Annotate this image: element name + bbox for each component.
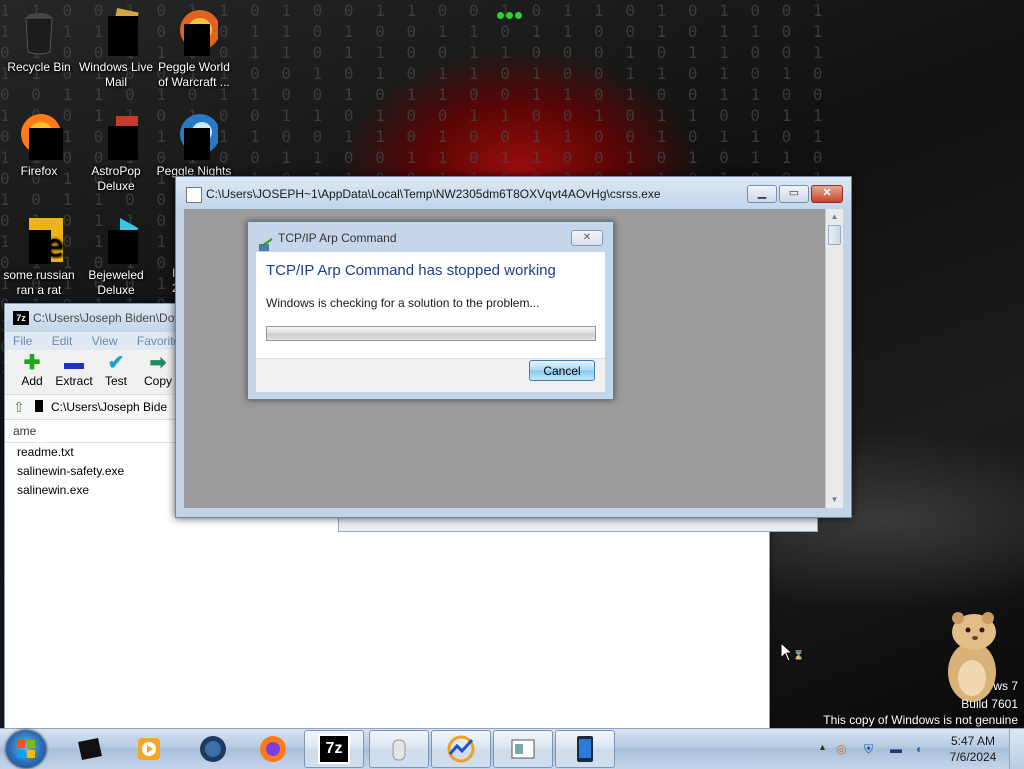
taskbar-item-stats[interactable] xyxy=(431,730,491,768)
desktop-icon-windows-live-mail[interactable]: Windows Live Mail xyxy=(77,8,155,90)
path-bar[interactable]: C:\Users\Joseph Bide xyxy=(35,395,167,419)
scroll-up-icon[interactable]: ▲ xyxy=(826,209,843,225)
cancel-button[interactable]: Cancel xyxy=(529,360,595,381)
peggle-nights-icon xyxy=(170,112,220,160)
sync-icon[interactable]: ◎ xyxy=(836,742,846,756)
peggle-wow-icon xyxy=(170,8,220,56)
icon-label: Bejeweled Deluxe xyxy=(88,268,144,297)
globe-icon xyxy=(198,734,228,764)
show-hidden-icons-icon[interactable]: ▲ xyxy=(818,742,827,752)
path-text: C:\Users\Joseph Bide xyxy=(51,400,168,414)
show-desktop-button[interactable] xyxy=(1009,729,1024,769)
add-button[interactable]: ✚ Add xyxy=(12,352,52,388)
window-icon xyxy=(508,734,538,764)
scroll-thumb[interactable] xyxy=(828,225,841,245)
mouse-cursor-icon: ⌛ xyxy=(780,641,804,669)
icon-label: Firefox xyxy=(20,164,58,178)
desktop-icon-peggle-wow[interactable]: Peggle World of Warcraft ... xyxy=(155,8,233,90)
firefox-icon xyxy=(258,734,288,764)
dialog-message: Windows is checking for a solution to th… xyxy=(266,296,540,310)
desktop-icon-bejeweled[interactable]: Bejeweled Deluxe xyxy=(77,216,155,298)
copy-arrow-icon: ➡ xyxy=(149,352,167,374)
green-lights xyxy=(497,6,527,19)
minimize-button[interactable]: ▁ xyxy=(747,185,777,203)
media-player-icon xyxy=(134,734,164,764)
csrss-title: C:\Users\JOSEPH~1\AppData\Local\Temp\NW2… xyxy=(206,187,661,201)
system-tray: ▲ ◎ ⛨ ▬ ◐ xyxy=(814,729,954,769)
icon-label: Windows Live Mail xyxy=(78,60,154,89)
app-icon xyxy=(186,187,202,203)
volume-icon[interactable]: ◐ xyxy=(916,742,923,756)
security-shield-icon[interactable]: ⛨ xyxy=(864,742,873,757)
clock-time: 5:47 AM xyxy=(950,734,996,748)
tissue-icon xyxy=(384,734,414,764)
watermark-line-2: Build 7601 xyxy=(961,697,1018,711)
windows-logo-icon xyxy=(17,740,35,758)
scroll-down-icon[interactable]: ▼ xyxy=(826,492,843,508)
desktop-icon-firefox[interactable]: Firefox xyxy=(0,112,78,179)
clock-date: 7/6/2024 xyxy=(949,750,997,764)
progress-bar xyxy=(266,326,596,341)
7zip-app-icon: 7z xyxy=(13,311,29,325)
clock[interactable]: 5:47 AM 7/6/2024 xyxy=(948,733,998,765)
minus-icon: ▬ xyxy=(64,352,84,374)
taskbar-item-black-box[interactable] xyxy=(60,731,118,767)
menu-edit[interactable]: Edit xyxy=(52,334,73,348)
dialog-close-icon[interactable]: ✕ xyxy=(571,230,603,246)
check-icon: ✔ xyxy=(107,352,125,374)
menu-view[interactable]: View xyxy=(92,334,118,348)
tablet-icon xyxy=(570,734,600,764)
copy-button[interactable]: ➡ Copy xyxy=(138,352,178,388)
maximize-button[interactable]: ▭ xyxy=(779,185,809,203)
firefox-icon xyxy=(15,112,63,160)
up-folder-icon[interactable]: ⇧ xyxy=(13,395,25,419)
taskbar-item-globe[interactable] xyxy=(184,731,242,767)
extract-button[interactable]: ▬ Extract xyxy=(54,352,94,388)
taskbar-item-firefox[interactable] xyxy=(244,731,302,767)
windows-live-mail-icon xyxy=(92,8,140,56)
stats-icon xyxy=(446,734,476,764)
desktop-icon-recycle-bin[interactable]: Recycle Bin xyxy=(0,8,78,75)
astropop-icon xyxy=(92,112,140,160)
black-box-icon xyxy=(74,734,104,764)
drive-icon xyxy=(35,400,43,412)
dialog-title: TCP/IP Arp Command xyxy=(278,231,397,245)
dialog-body: TCP/IP Arp Command has stopped working W… xyxy=(256,252,605,358)
arp-app-icon xyxy=(258,232,274,251)
taskbar-item-media-player[interactable] xyxy=(120,731,178,767)
desktop-background: 1 1 0 0 1 0 1 1 0 1 0 0 1 1 0 0 1 0 1 1 … xyxy=(0,0,1024,728)
icon-label: AstroPop Deluxe xyxy=(91,164,141,193)
watermark-line-1: ws 7 xyxy=(993,679,1018,693)
icon-label: some russian ran a rat xyxy=(3,268,75,297)
7zip-icon: 7z xyxy=(318,734,350,764)
network-icon[interactable]: ▬ xyxy=(890,742,902,756)
desktop-icon-russian-rat[interactable]: e some russian ran a rat xyxy=(0,216,78,298)
vertical-scrollbar[interactable]: ▲ ▼ xyxy=(825,209,843,508)
desktop-icon-astropop[interactable]: AstroPop Deluxe xyxy=(77,112,155,194)
dialog-heading: TCP/IP Arp Command has stopped working xyxy=(266,262,556,279)
7zip-title: C:\Users\Joseph Biden\Dov xyxy=(33,311,181,325)
plus-icon: ✚ xyxy=(23,352,41,374)
menu-file[interactable]: File xyxy=(13,334,32,348)
csrss-titlebar[interactable]: C:\Users\JOSEPH~1\AppData\Local\Temp\NW2… xyxy=(176,177,851,209)
close-button[interactable]: ✕ xyxy=(811,185,843,203)
taskbar-item-tablet[interactable] xyxy=(555,730,615,768)
test-button[interactable]: ✔ Test xyxy=(96,352,136,388)
icon-label: Peggle World of Warcraft ... xyxy=(158,60,230,89)
svg-text:⌛: ⌛ xyxy=(793,649,802,661)
taskbar-item-window[interactable] xyxy=(493,730,553,768)
bejeweled-icon xyxy=(92,216,140,264)
desktop-icon-peggle-nights[interactable]: Peggle Nights xyxy=(155,112,233,179)
dialog-footer: Cancel xyxy=(256,358,605,392)
exe-icon: e xyxy=(15,216,63,264)
taskbar-item-7zip[interactable]: 7z xyxy=(304,730,364,768)
taskbar-item-tissue[interactable] xyxy=(369,730,429,768)
icon-label: Recycle Bin xyxy=(7,60,71,74)
start-button[interactable] xyxy=(6,730,46,768)
taskbar: 7z ▲ ◎ ⛨ ▬ ◐ 5:47 AM 7/6/2024 xyxy=(0,728,1024,769)
recycle-bin-icon xyxy=(15,8,63,56)
dialog-titlebar[interactable]: TCP/IP Arp Command ✕ xyxy=(248,222,613,252)
watermark-line-3: This copy of Windows is not genuine xyxy=(823,713,1018,727)
error-dialog: TCP/IP Arp Command ✕ TCP/IP Arp Command … xyxy=(247,221,614,400)
